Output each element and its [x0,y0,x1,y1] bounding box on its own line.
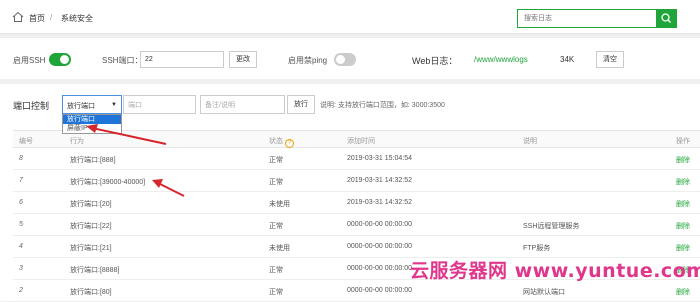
weblog-size: 34K [560,55,575,64]
delete-button[interactable]: 删除 [676,287,690,297]
allow-button[interactable]: 放行 [287,95,315,114]
watermark: 云服务器网 www.yuntue.com [410,260,700,282]
table-row: 5 放行端口:[22] 正常 0000-00-00 00:00:00 SSH远程… [13,214,700,236]
table-row: 2 放行端口:[80] 正常 0000-00-00 00:00:00 网站默认端… [13,280,700,302]
search-icon [661,13,671,23]
log-search [517,9,677,28]
breadcrumb-separator: / [50,13,53,22]
header-time: 添加时间 [347,138,375,145]
port-control-label: 端口控制 [13,101,50,111]
ssh-port-input[interactable]: 22 [140,51,224,68]
header-ops: 操作 [676,138,690,145]
select-value: 放行端口 [67,103,95,110]
table-row: 6 放行端口:[20] 未使用 2019-03-31 14:32:52 删除 [13,192,700,214]
delete-button[interactable]: 删除 [676,177,690,187]
breadcrumb-home[interactable]: 首页 [29,13,45,24]
delete-button[interactable]: 删除 [676,155,690,165]
change-port-button[interactable]: 更改 [229,51,257,68]
header-status: 状态? [269,136,294,148]
search-button[interactable] [656,10,676,27]
weblog-label: Web日志： [412,56,458,66]
clear-log-button[interactable]: 清空 [596,51,624,68]
note-input[interactable]: 备注/说明 [200,95,285,114]
table-row: 4 放行端口:[21] 未使用 0000-00-00 00:00:00 FTP服… [13,236,700,258]
breadcrumb-current: 系统安全 [61,14,93,23]
top-bar: 首页 / 系统安全 [0,0,700,34]
ssh-enable-label: 启用SSH [13,56,46,65]
home-icon[interactable] [12,11,24,23]
delete-button[interactable]: 删除 [676,221,690,231]
annotation-arrow [86,124,167,145]
header-id: 编号 [19,138,33,145]
weblog-path[interactable]: /www/wwwlogs [474,55,528,64]
port-hint: 说明: 支持放行端口范围，如: 3000:3500 [320,102,445,109]
delete-button[interactable]: 删除 [676,243,690,253]
ssh-port-label: SSH端口： [102,56,143,65]
delete-button[interactable]: 删除 [676,199,690,209]
help-icon[interactable]: ? [285,139,294,148]
port-input[interactable]: 端口 [123,95,196,114]
annotation-arrow [152,179,185,197]
port-type-select[interactable]: 放行端口 ▼ [62,95,122,114]
table-row: 7 放行端口:[39000-40000] 正常 2019-03-31 14:32… [13,170,700,192]
chevron-down-icon: ▼ [111,102,117,108]
header-note: 说明 [523,138,537,145]
ping-toggle[interactable] [334,53,356,66]
ping-label: 启用禁ping [288,56,328,65]
search-input[interactable] [518,10,656,27]
ssh-toggle[interactable] [49,53,71,66]
table-row: 8 放行端口:[888] 正常 2019-03-31 15:04:54 删除 [13,148,700,170]
